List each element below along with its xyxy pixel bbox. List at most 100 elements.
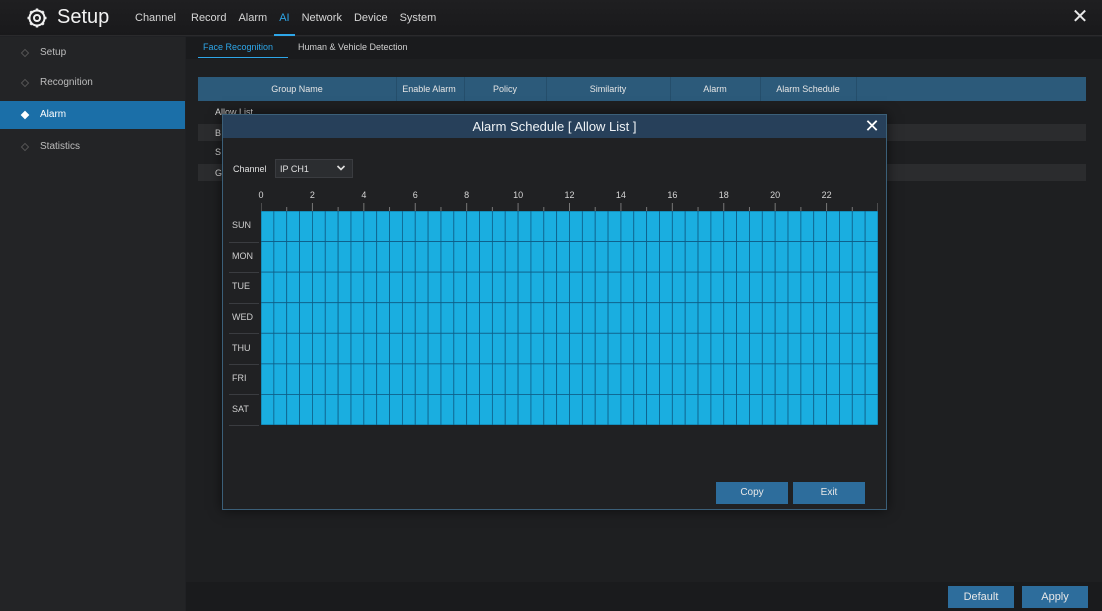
schedule-cell[interactable] — [581, 332, 596, 365]
schedule-cell[interactable] — [594, 302, 609, 334]
schedule-cell[interactable] — [839, 302, 853, 334]
schedule-cell[interactable] — [787, 394, 802, 425]
schedule-grid[interactable] — [261, 211, 878, 425]
schedule-cell[interactable] — [530, 332, 545, 365]
schedule-cell[interactable] — [607, 363, 622, 395]
schedule-cell[interactable] — [350, 241, 365, 273]
schedule-cell[interactable] — [376, 363, 390, 395]
schedule-cell[interactable] — [299, 271, 313, 304]
schedule-cell[interactable] — [710, 363, 725, 395]
schedule-cell[interactable] — [312, 394, 326, 425]
schedule-cell[interactable] — [414, 302, 429, 334]
schedule-cell[interactable] — [261, 332, 275, 365]
schedule-cell[interactable] — [620, 271, 635, 304]
schedule-cell[interactable] — [414, 211, 429, 242]
schedule-cell[interactable] — [723, 302, 738, 334]
schedule-cell[interactable] — [350, 363, 365, 395]
schedule-cell[interactable] — [337, 241, 352, 273]
schedule-cell[interactable] — [350, 394, 365, 425]
schedule-cell[interactable] — [517, 211, 532, 242]
nav-ai[interactable]: AI — [279, 12, 289, 24]
schedule-cell[interactable] — [363, 271, 378, 304]
schedule-cell[interactable] — [633, 271, 648, 304]
schedule-cell[interactable] — [761, 332, 776, 365]
schedule-cell[interactable] — [414, 241, 429, 273]
schedule-cell[interactable] — [261, 363, 275, 395]
schedule-cell[interactable] — [659, 394, 673, 425]
schedule-cell[interactable] — [761, 211, 776, 242]
schedule-cell[interactable] — [710, 394, 725, 425]
schedule-cell[interactable] — [851, 211, 866, 242]
exit-button[interactable]: Exit — [793, 482, 865, 504]
schedule-cell[interactable] — [363, 241, 378, 273]
schedule-cell[interactable] — [800, 394, 815, 425]
schedule-cell[interactable] — [787, 302, 802, 334]
schedule-cell[interactable] — [363, 332, 378, 365]
schedule-cell[interactable] — [800, 363, 815, 395]
schedule-cell[interactable] — [479, 271, 493, 304]
schedule-cell[interactable] — [389, 271, 403, 304]
schedule-cell[interactable] — [543, 271, 558, 304]
schedule-cell[interactable] — [556, 271, 570, 304]
schedule-cell[interactable] — [350, 271, 365, 304]
schedule-cell[interactable] — [774, 302, 789, 334]
schedule-cell[interactable] — [723, 332, 738, 365]
schedule-cell[interactable] — [620, 332, 635, 365]
schedule-cell[interactable] — [312, 363, 326, 395]
schedule-cell[interactable] — [414, 363, 429, 395]
schedule-cell[interactable] — [761, 394, 776, 425]
schedule-cell[interactable] — [684, 211, 699, 242]
schedule-cell[interactable] — [723, 394, 738, 425]
schedule-cell[interactable] — [453, 211, 468, 242]
schedule-cell[interactable] — [826, 394, 840, 425]
close-icon[interactable]: ✕ — [1071, 7, 1089, 27]
schedule-cell[interactable] — [440, 241, 455, 273]
schedule-cell[interactable] — [800, 211, 815, 242]
schedule-cell[interactable] — [530, 363, 545, 395]
schedule-cell[interactable] — [350, 302, 365, 334]
schedule-cell[interactable] — [774, 332, 789, 365]
schedule-cell[interactable] — [813, 211, 827, 242]
schedule-cell[interactable] — [479, 332, 493, 365]
schedule-cell[interactable] — [401, 211, 416, 242]
schedule-cell[interactable] — [787, 363, 802, 395]
schedule-cell[interactable] — [659, 332, 673, 365]
copy-button[interactable]: Copy — [716, 482, 788, 504]
schedule-cell[interactable] — [440, 332, 455, 365]
schedule-cell[interactable] — [401, 363, 416, 395]
schedule-cell[interactable] — [337, 211, 352, 242]
schedule-cell[interactable] — [376, 394, 390, 425]
schedule-cell[interactable] — [851, 363, 866, 395]
schedule-cell[interactable] — [800, 271, 815, 304]
schedule-cell[interactable] — [569, 211, 583, 242]
schedule-cell[interactable] — [787, 241, 802, 273]
schedule-cell[interactable] — [864, 211, 878, 242]
schedule-cell[interactable] — [491, 302, 506, 334]
schedule-cell[interactable] — [581, 394, 596, 425]
channel-select[interactable]: IP CH1 — [275, 159, 353, 178]
schedule-cell[interactable] — [774, 271, 789, 304]
schedule-cell[interactable] — [389, 302, 403, 334]
schedule-cell[interactable] — [363, 302, 378, 334]
schedule-cell[interactable] — [491, 241, 506, 273]
schedule-cell[interactable] — [569, 394, 583, 425]
schedule-cell[interactable] — [337, 363, 352, 395]
schedule-cell[interactable] — [440, 211, 455, 242]
schedule-cell[interactable] — [427, 211, 442, 242]
schedule-cell[interactable] — [761, 302, 776, 334]
schedule-cell[interactable] — [286, 241, 300, 273]
schedule-cell[interactable] — [491, 271, 506, 304]
schedule-cell[interactable] — [466, 302, 480, 334]
schedule-cell[interactable] — [851, 302, 866, 334]
schedule-cell[interactable] — [324, 271, 339, 304]
schedule-cell[interactable] — [736, 394, 750, 425]
schedule-cell[interactable] — [800, 332, 815, 365]
schedule-cell[interactable] — [427, 241, 442, 273]
schedule-cell[interactable] — [337, 271, 352, 304]
schedule-cell[interactable] — [774, 363, 789, 395]
schedule-cell[interactable] — [286, 332, 300, 365]
schedule-cell[interactable] — [826, 302, 840, 334]
schedule-cell[interactable] — [569, 332, 583, 365]
schedule-cell[interactable] — [581, 271, 596, 304]
schedule-cell[interactable] — [671, 302, 686, 334]
